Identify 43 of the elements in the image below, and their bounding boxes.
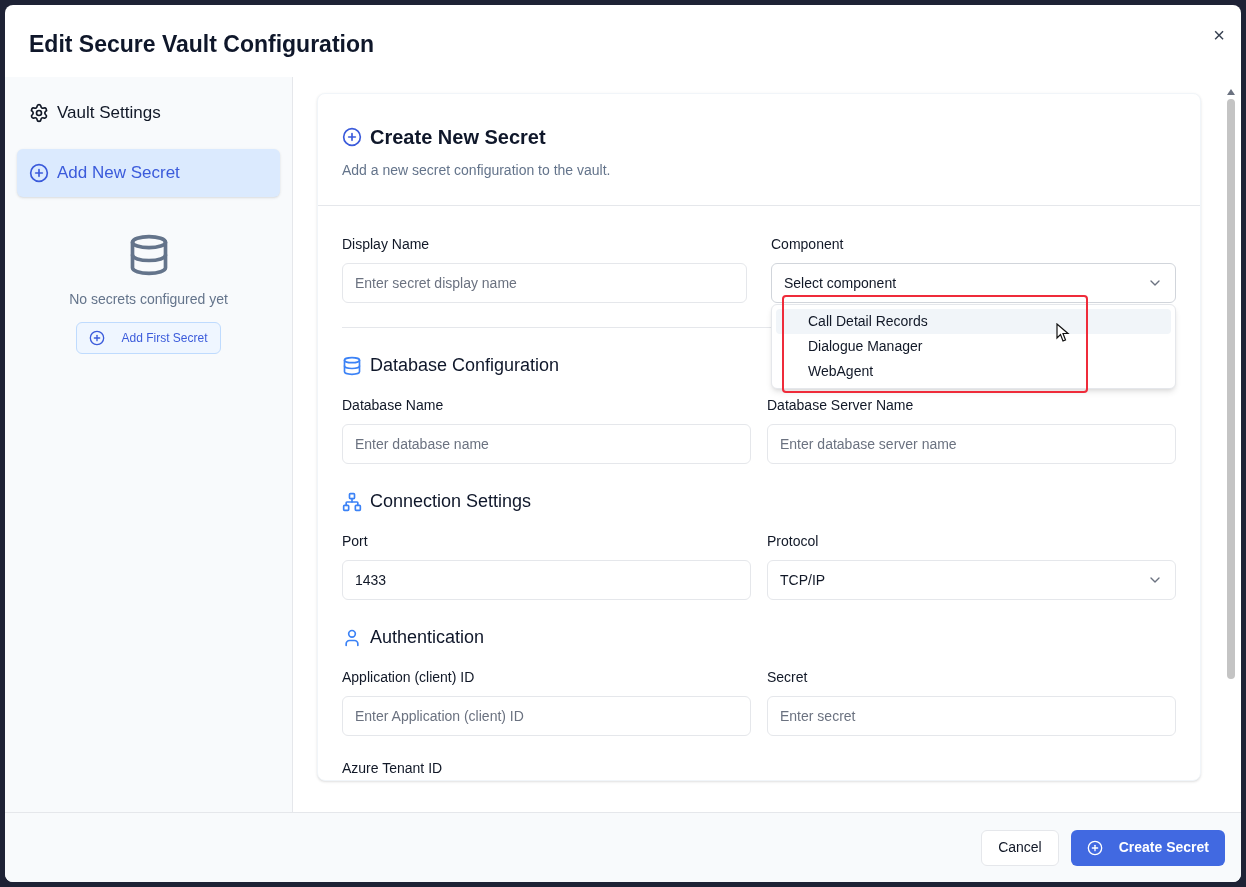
dropdown-option[interactable]: Dialogue Manager [776, 334, 1171, 359]
field-label: Display Name [342, 235, 431, 254]
input-field[interactable]: 1433 [342, 560, 751, 600]
field-label: Port [342, 532, 369, 551]
field-label: Protocol [767, 532, 820, 551]
scroll-up-icon [1227, 89, 1235, 95]
sidebar-item[interactable]: Vault Settings [17, 89, 280, 137]
input-field[interactable]: Enter database name [342, 424, 751, 464]
section-title: Database Configuration [370, 354, 560, 377]
field-label: Azure Tenant ID [342, 760, 443, 776]
empty-state-text: No secrets configured yet [69, 290, 228, 309]
field-label: Database Name [342, 396, 445, 415]
dropdown-option[interactable]: WebAgent [776, 359, 1171, 384]
create-secret-button[interactable]: Create Secret [1070, 829, 1225, 866]
add-first-secret-button[interactable]: Add First Secret [76, 322, 221, 354]
plus-circle-icon [1086, 839, 1103, 856]
input-field[interactable]: Enter secret [767, 696, 1176, 736]
database-icon [342, 355, 362, 376]
select-field[interactable]: Select component [771, 263, 1176, 303]
section-title: Connection Settings [370, 490, 532, 513]
plus-circle-icon [342, 127, 362, 147]
user-icon [342, 627, 362, 648]
field-label: Component [771, 235, 845, 254]
field-label: Secret [767, 668, 809, 687]
close-button[interactable]: × [1213, 25, 1225, 45]
input-field[interactable]: Enter Application (client) ID [342, 696, 751, 736]
plus-circle-icon [89, 330, 106, 346]
cancel-button[interactable]: Cancel [981, 829, 1059, 866]
input-field[interactable]: Enter database server name [767, 424, 1176, 464]
select-field[interactable]: TCP/IP [767, 560, 1176, 600]
field-label: Application (client) ID [342, 668, 476, 687]
gear-icon [29, 103, 49, 123]
dialog-title: Edit Secure Vault Configuration [29, 33, 375, 56]
card-subtitle: Add a new secret configuration to the vault. [342, 161, 612, 180]
field-label: Database Server Name [767, 396, 915, 415]
input-field[interactable]: Enter secret display name [342, 263, 747, 303]
mouse-pointer-icon [1056, 323, 1070, 343]
section-title: Authentication [370, 626, 485, 649]
sidebar-item[interactable]: Add New Secret [17, 149, 280, 197]
plus-circle-icon [29, 163, 49, 183]
dropdown-option[interactable]: Call Detail Records [776, 309, 1171, 334]
network-icon [342, 491, 362, 512]
card-title: Create New Secret [370, 125, 546, 150]
